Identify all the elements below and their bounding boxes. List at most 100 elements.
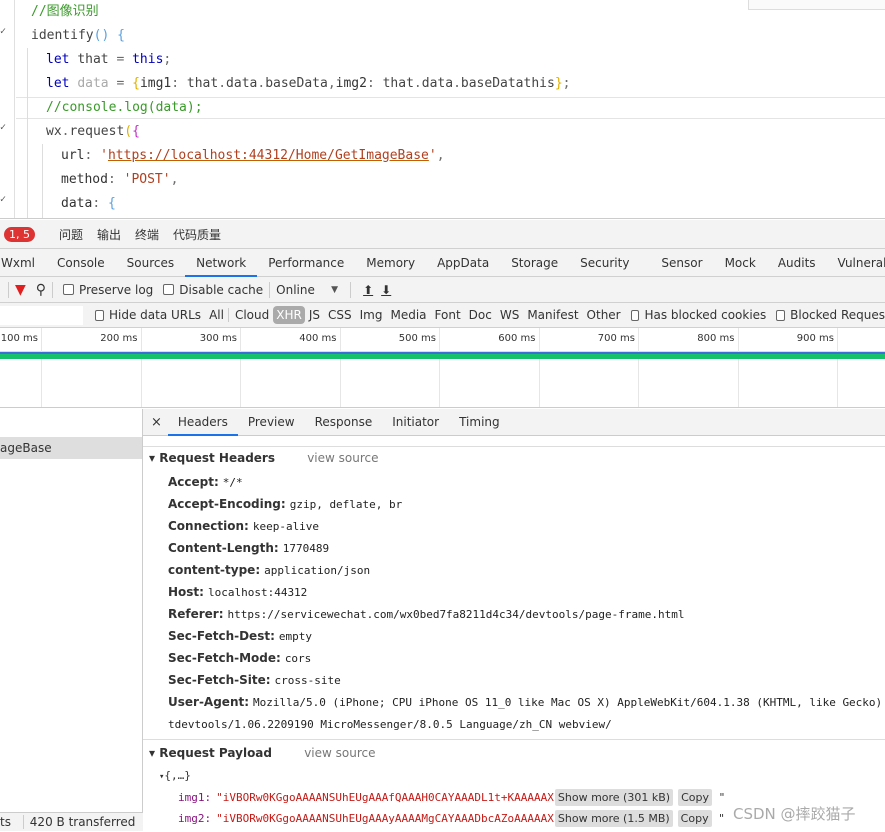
throttle-select[interactable]: Online	[276, 283, 331, 297]
fold-check-icon[interactable]: ✓	[0, 194, 6, 205]
header-name: Accept:	[168, 475, 219, 489]
close-icon[interactable]: ×	[151, 415, 162, 430]
header-value: keep-alive	[252, 520, 320, 533]
code-token: img1	[139, 76, 172, 91]
indent-guide	[42, 144, 43, 218]
tab-security[interactable]: Security	[569, 249, 640, 277]
fold-check-icon[interactable]: ✓	[0, 26, 6, 37]
payload-root[interactable]: ▾{,…}	[159, 769, 191, 782]
show-more-button[interactable]: Show more (301 kB)	[554, 789, 674, 806]
filter-type-xhr[interactable]: XHR	[273, 306, 305, 324]
code-token: let	[46, 52, 78, 67]
tab-audits[interactable]: Audits	[767, 249, 827, 277]
copy-button[interactable]: Copy	[678, 789, 712, 806]
code-line: //图像识别	[31, 0, 99, 24]
request-row-selected[interactable]: ageBase	[0, 437, 142, 459]
blocked-requests-checkbox[interactable]	[776, 309, 786, 321]
filter-type-media[interactable]: Media	[386, 308, 430, 322]
tab-wxml[interactable]: Wxml	[0, 249, 46, 277]
detail-tab-headers[interactable]: Headers	[167, 409, 238, 436]
drawer-tab-terminal[interactable]: 终端	[135, 226, 159, 243]
copy-button[interactable]: Copy	[677, 810, 712, 827]
filter-input[interactable]	[0, 305, 84, 325]
view-source-link[interactable]: view source	[307, 451, 378, 465]
filter-type-other[interactable]: Other	[583, 308, 625, 322]
section-title: Request Payload	[159, 746, 272, 760]
filter-type-css[interactable]: CSS	[324, 308, 356, 322]
tab-memory[interactable]: Memory	[355, 249, 426, 277]
show-more-button[interactable]: Show more (1.5 MB)	[554, 810, 673, 827]
filter-type-manifest[interactable]: Manifest	[523, 308, 582, 322]
code-token: :	[366, 76, 383, 91]
code-token: (	[124, 124, 133, 139]
view-source-link[interactable]: view source	[304, 746, 375, 760]
tab-vulnerability[interactable]: Vulnerability	[827, 249, 885, 277]
chevron-down-icon[interactable]: ▼	[331, 285, 338, 295]
drawer-tab-issues[interactable]: 问题	[59, 226, 83, 243]
tab-mock[interactable]: Mock	[714, 249, 767, 277]
request-count: ts	[0, 815, 11, 829]
header-name: Host:	[168, 585, 204, 599]
payload-root-label: {,…}	[164, 769, 191, 782]
code-token: that	[77, 52, 117, 67]
filter-type-img[interactable]: Img	[356, 308, 387, 322]
preserve-log-checkbox[interactable]	[63, 284, 75, 295]
search-icon[interactable]: ⚲	[36, 282, 46, 298]
code-token: .	[218, 76, 227, 91]
code-line: //console.log(data);	[46, 96, 203, 120]
tab-performance[interactable]: Performance	[257, 249, 355, 277]
detail-tab-response[interactable]: Response	[305, 409, 383, 436]
expand-triangle-icon: ▾	[149, 451, 156, 465]
fold-check-icon[interactable]: ✓	[0, 122, 6, 133]
payload-row: img2: "iVBORw0KGgoAAAANSUhEUgAAAyAAAAMgCA…	[178, 810, 725, 827]
code-editor[interactable]: ✓ ✓ ✓ //图像识别 identify() {let that = this;…	[0, 0, 885, 219]
has-blocked-cookies-checkbox[interactable]	[630, 309, 640, 321]
import-har-icon[interactable]: ⬆	[363, 283, 373, 297]
header-row: Host: localhost:44312	[168, 581, 307, 603]
code-token: img2	[335, 76, 367, 91]
error-badge[interactable]: 1, 5	[4, 226, 35, 242]
code-token: =	[116, 52, 133, 67]
code-token: ,	[436, 148, 445, 163]
hide-data-urls-checkbox[interactable]	[95, 309, 104, 321]
tab-appdata[interactable]: AppData	[426, 249, 500, 277]
tab-storage[interactable]: Storage	[500, 249, 569, 277]
devtools-tabs: Wxml Console Sources Network Performance Memo…	[0, 249, 885, 277]
filter-type-font[interactable]: Font	[431, 308, 465, 322]
tab-sensor[interactable]: Sensor	[650, 249, 713, 277]
payload-value: "iVBORw0KGgoAAAANSUhEUgAAAyAAAAMgCAYAAAD…	[216, 812, 554, 825]
request-headers-section[interactable]: ▾ Request Headers view source	[149, 451, 378, 465]
header-value: Mozilla/5.0 (iPhone; CPU iPhone OS 11_0 …	[253, 696, 885, 709]
request-payload-section[interactable]: ▾ Request Payload view source	[149, 746, 375, 760]
filter-type-doc[interactable]: Doc	[465, 308, 496, 322]
filter-type-all[interactable]: All	[205, 308, 228, 322]
timeline-overview[interactable]: 100 ms 200 ms 300 ms 400 ms 500 ms 600 ms 700 …	[0, 328, 885, 408]
detail-tab-timing[interactable]: Timing	[449, 409, 510, 436]
filter-type-js[interactable]: JS	[305, 308, 324, 322]
detail-tab-preview[interactable]: Preview	[238, 409, 305, 436]
tab-console[interactable]: Console	[46, 249, 116, 277]
disable-cache-checkbox[interactable]	[163, 284, 175, 295]
header-value: tdevtools/1.06.2209190 MicroMessenger/8.…	[168, 718, 612, 731]
code-token: data	[421, 76, 454, 91]
drawer-tab-output[interactable]: 输出	[97, 226, 121, 243]
tab-network[interactable]: Network	[185, 249, 258, 277]
header-name: Content-Length:	[168, 541, 279, 555]
status-bar: ts 420 B transferred	[0, 812, 143, 831]
waterfall-overview[interactable]	[0, 360, 885, 408]
code-token: :	[171, 76, 187, 91]
drawer-tab-code-quality[interactable]: 代码质量	[173, 226, 221, 243]
export-har-icon[interactable]: ⬇	[381, 283, 391, 297]
header-row: Sec-Fetch-Dest: empty	[168, 625, 312, 647]
code-line: identify() {	[31, 24, 125, 48]
drawer-tabs: 1, 5 问题 输出 终端 代码质量	[0, 220, 885, 249]
filter-icon[interactable]: ▼	[15, 282, 26, 298]
tab-sources[interactable]: Sources	[116, 249, 185, 277]
detail-tab-initiator[interactable]: Initiator	[382, 409, 449, 436]
payload-row: img1: "iVBORw0KGgoAAAANSUhEUgAAAfQAAAH0CA…	[178, 789, 725, 806]
code-token: ,	[170, 172, 179, 187]
header-row: Referer: https://servicewechat.com/wx0bed…	[168, 603, 684, 625]
filter-type-ws[interactable]: WS	[496, 308, 523, 322]
filter-type-cloud[interactable]: Cloud	[227, 308, 274, 322]
header-name: Sec-Fetch-Dest:	[168, 629, 275, 643]
